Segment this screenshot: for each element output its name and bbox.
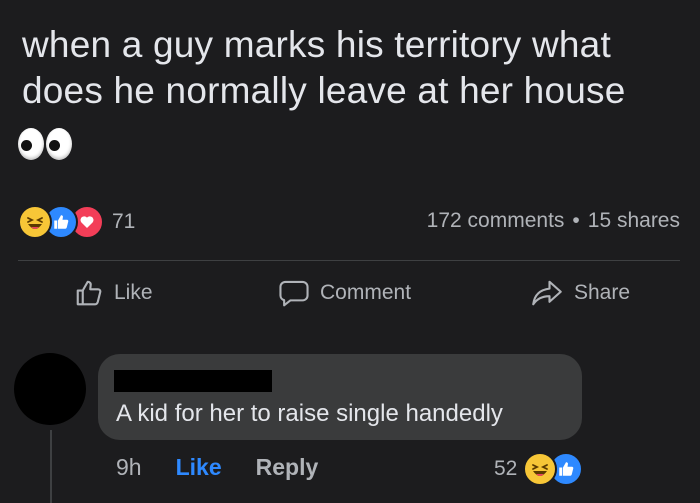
- post-text: when a guy marks his territory what does…: [22, 22, 682, 114]
- comment-button[interactable]: Comment: [278, 278, 411, 308]
- comment-meta: 9h Like Reply: [116, 454, 318, 481]
- comment-reactions[interactable]: 52: [494, 452, 584, 486]
- redacted-commenter-name: [114, 370, 272, 392]
- comment-reaction-count: 52: [494, 457, 518, 480]
- left-eye-icon: [18, 128, 44, 160]
- post-text-line-1: when a guy marks his territory what: [22, 24, 611, 65]
- like-button-label: Like: [114, 281, 153, 304]
- comments-count-link[interactable]: 172 comments: [427, 209, 565, 233]
- share-arrow-icon: [530, 278, 564, 308]
- comment-bubble: A kid for her to raise single handedly: [98, 354, 582, 440]
- haha-reaction-icon: [18, 205, 52, 239]
- comment-button-label: Comment: [320, 281, 412, 304]
- avatar[interactable]: [14, 353, 86, 425]
- comment-like-button[interactable]: Like: [176, 454, 222, 481]
- post-actions: Like Comment Share: [0, 278, 700, 322]
- thumbs-up-icon: [74, 278, 104, 308]
- shares-count-link[interactable]: 15 shares: [588, 209, 680, 233]
- share-button-label: Share: [574, 281, 631, 304]
- right-eye-icon: [46, 128, 72, 160]
- eyes-emoji: [18, 128, 72, 160]
- count-separator: •: [572, 209, 580, 232]
- comment-reply-button[interactable]: Reply: [256, 454, 319, 481]
- haha-reaction-icon: [523, 452, 558, 486]
- post-stats: 71 172 comments • 15 shares: [18, 205, 680, 241]
- reaction-count: 71: [112, 210, 136, 233]
- post-text-line-2: does he normally leave at her house: [22, 70, 626, 111]
- share-button[interactable]: Share: [530, 278, 630, 308]
- post-counts: 172 comments • 15 shares: [427, 209, 680, 233]
- divider: [18, 260, 680, 261]
- like-button[interactable]: Like: [74, 278, 153, 308]
- comment-icon: [278, 278, 310, 308]
- comment-timestamp[interactable]: 9h: [116, 454, 142, 481]
- comment-text: A kid for her to raise single handedly: [116, 400, 503, 427]
- post-reactions[interactable]: 71: [18, 205, 135, 239]
- thread-line: [50, 430, 52, 503]
